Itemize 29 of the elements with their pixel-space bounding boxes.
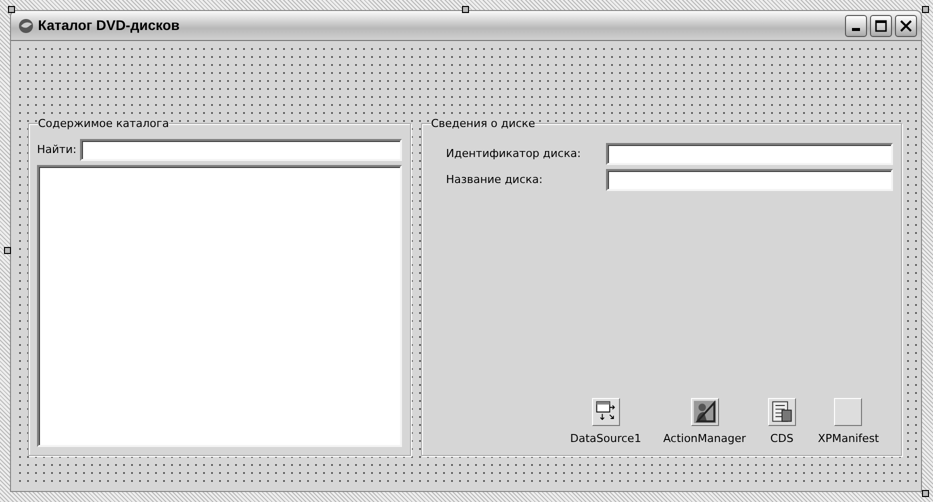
close-icon <box>900 20 912 32</box>
field-label: Название диска: <box>446 172 544 188</box>
maximize-icon <box>875 20 887 32</box>
close-button[interactable] <box>895 14 917 36</box>
app-icon <box>17 16 35 34</box>
group-caption: Сведения о диске <box>431 118 536 129</box>
component-label: CDS <box>770 430 794 446</box>
component-label: DataSource1 <box>570 430 642 446</box>
component-label: XPManifest <box>818 430 879 446</box>
component-label: ActionManager <box>663 430 746 446</box>
resize-handle[interactable] <box>462 6 469 13</box>
resize-handle[interactable] <box>922 490 929 497</box>
text-field[interactable] <box>606 169 893 191</box>
minimize-button[interactable] <box>845 14 867 36</box>
field-label: Найти: <box>37 142 76 158</box>
resize-handle[interactable] <box>4 247 11 254</box>
document-grid-icon[interactable] <box>768 398 796 426</box>
table-arrows-icon[interactable] <box>592 398 620 426</box>
search-field[interactable] <box>80 139 402 161</box>
resize-handle[interactable] <box>8 6 15 13</box>
maximize-button[interactable] <box>870 14 892 36</box>
window-title: Каталог DVD-дисков <box>38 16 180 35</box>
resize-handle[interactable] <box>922 6 929 13</box>
field-label: Идентификатор диска: <box>446 146 582 162</box>
person-triangle-icon[interactable] <box>690 398 719 426</box>
text-field[interactable] <box>606 143 893 165</box>
minimize-icon <box>852 28 860 31</box>
group-caption: Содержимое каталога <box>38 118 169 129</box>
blank-component-icon[interactable] <box>834 398 862 426</box>
